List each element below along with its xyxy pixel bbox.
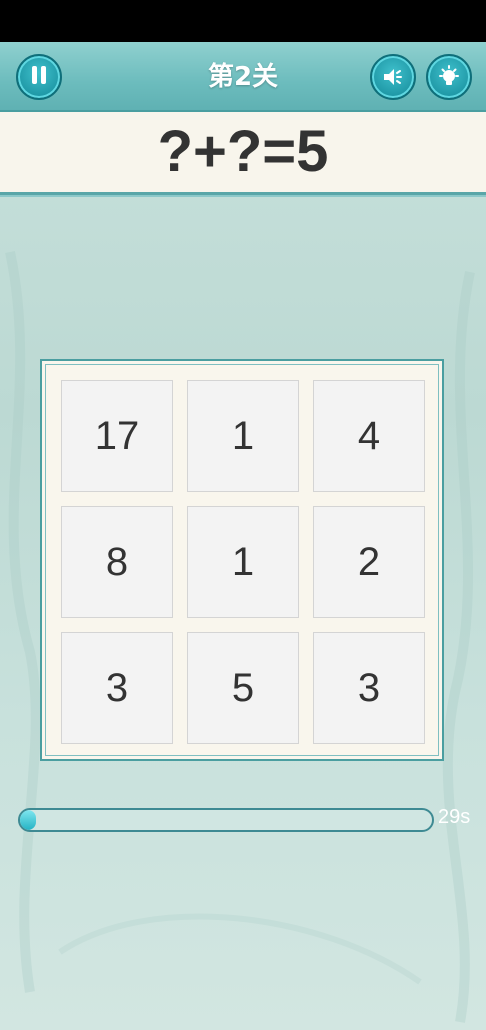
number-tile[interactable]: 1 [187, 380, 299, 492]
hint-button[interactable] [426, 54, 472, 100]
number-tile[interactable]: 8 [61, 506, 173, 618]
timer-progress-bar [18, 808, 434, 832]
number-tile[interactable]: 17 [61, 380, 173, 492]
number-tile[interactable]: 3 [61, 632, 173, 744]
timer-label: 29s [438, 806, 471, 828]
timer-progress-fill [20, 810, 37, 830]
sound-button[interactable] [370, 54, 416, 100]
speaker-muted-icon [384, 69, 402, 85]
number-tile[interactable]: 1 [187, 506, 299, 618]
number-tile[interactable]: 2 [313, 506, 425, 618]
number-grid: 17 1 4 8 1 2 3 5 3 [40, 359, 444, 761]
status-bar [0, 0, 486, 42]
number-tile[interactable]: 4 [313, 380, 425, 492]
number-tile[interactable]: 5 [187, 632, 299, 744]
lightbulb-icon [439, 65, 459, 85]
equation-text: ?+?=5 [157, 119, 329, 184]
number-tile[interactable]: 3 [313, 632, 425, 744]
